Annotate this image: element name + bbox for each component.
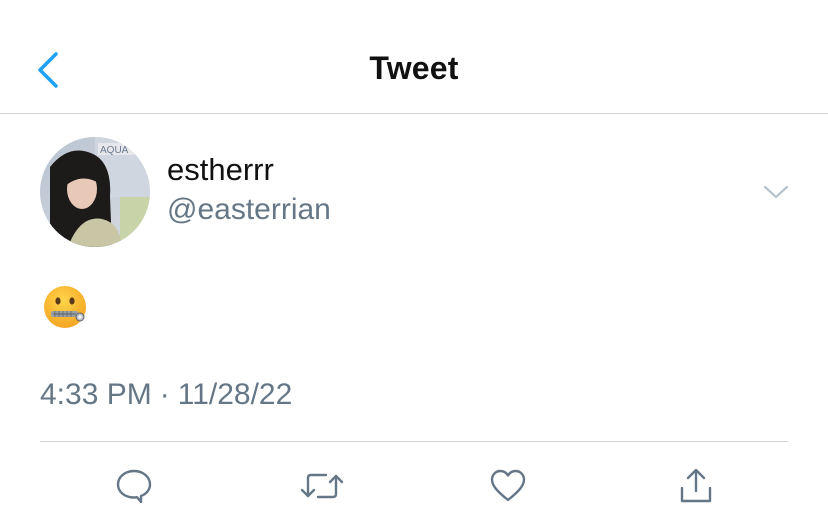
avatar-photo: AQUA [40,137,150,247]
heart-icon [490,469,526,502]
share-upload-icon [680,468,712,503]
retweet-button[interactable] [298,462,346,510]
share-button[interactable] [672,462,720,510]
avatar[interactable]: AQUA [40,137,150,247]
chevron-down-icon [763,185,789,199]
author-handle[interactable]: @easterrian [167,193,331,227]
retweet-arrows-icon [300,473,344,499]
tweet-time: 4:33 PM [40,378,152,411]
zipper-mouth-face-emoji [42,284,90,332]
tweet-detail-screen: Tweet AQUA estherrr @easterrian 4:33 PM … [0,0,828,529]
reply-bubble-icon [116,469,152,504]
like-button[interactable] [484,462,532,510]
reply-button[interactable] [110,462,158,510]
timestamp-separator: · [159,378,170,411]
tweet-date: 11/28/22 [177,378,293,411]
nav-header: Tweet [0,0,828,114]
tweet-timestamp: 4:33 PM · 11/28/22 [40,378,292,412]
more-options-button[interactable] [758,178,794,206]
author-display-name[interactable]: estherrr [167,152,274,188]
avatar-sign-text: AQUA [100,145,129,156]
divider [40,441,788,442]
page-title: Tweet [369,50,459,86]
